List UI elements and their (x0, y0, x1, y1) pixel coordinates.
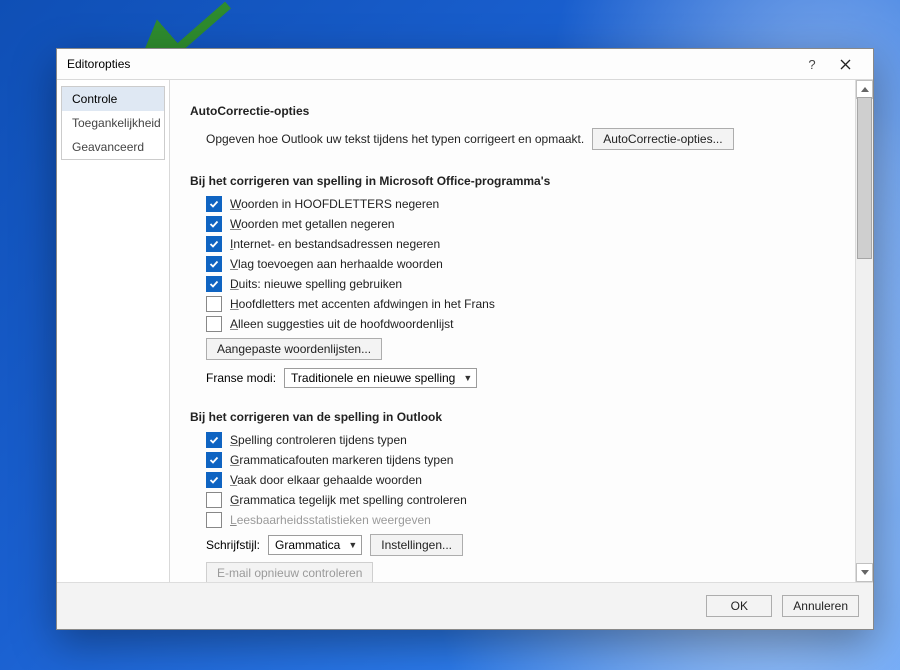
writing-style-label: Schrijfstijl: (206, 538, 260, 552)
chevron-down-icon: ▼ (348, 540, 357, 550)
writing-style-select[interactable]: Grammatica ▼ (268, 535, 362, 555)
checkbox-row[interactable]: Vaak door elkaar gehaalde woorden (206, 472, 847, 488)
dialog-body: Controle Toegankelijkheid Geavanceerd Au… (57, 80, 873, 582)
checkbox-label: Woorden in HOOFDLETTERS negeren (230, 197, 439, 211)
sidebar: Controle Toegankelijkheid Geavanceerd (57, 80, 170, 582)
sidebar-item-controle[interactable]: Controle (62, 87, 164, 111)
french-modes-row: Franse modi: Traditionele en nieuwe spel… (206, 368, 847, 388)
checkbox[interactable] (206, 196, 222, 212)
editor-options-dialog: Editoropties ? Controle Toegankelijkheid… (56, 48, 874, 630)
check-icon (209, 435, 219, 445)
select-value: Traditionele en nieuwe spelling (291, 371, 455, 385)
desktop-background: Editoropties ? Controle Toegankelijkheid… (0, 0, 900, 670)
check-icon (209, 219, 219, 229)
cancel-button[interactable]: Annuleren (782, 595, 859, 617)
checkbox-label: Leesbaarheidsstatistieken weergeven (230, 513, 431, 527)
checkbox-label: Woorden met getallen negeren (230, 217, 395, 231)
sidebar-item-geavanceerd[interactable]: Geavanceerd (62, 135, 164, 159)
checkbox-label: Grammaticafouten markeren tijdens typen (230, 453, 453, 467)
select-value: Grammatica (275, 538, 340, 552)
check-icon (209, 199, 219, 209)
checkbox-label: Hoofdletters met accenten afdwingen in h… (230, 297, 495, 311)
checkbox-row[interactable]: Vlag toevoegen aan herhaalde woorden (206, 256, 847, 272)
checkbox-row: Leesbaarheidsstatistieken weergeven (206, 512, 847, 528)
close-button[interactable] (823, 50, 867, 78)
check-icon (209, 259, 219, 269)
recheck-email-button: E-mail opnieuw controleren (206, 562, 373, 582)
sidebar-item-label: Toegankelijkheid (72, 116, 161, 130)
custom-dictionaries-button[interactable]: Aangepaste woordenlijsten... (206, 338, 382, 360)
autocorrect-options-button[interactable]: AutoCorrectie-opties... (592, 128, 733, 150)
check-icon (209, 475, 219, 485)
chevron-up-icon (861, 87, 869, 92)
checkbox-label: Spelling controleren tijdens typen (230, 433, 407, 447)
checkbox-row[interactable]: Hoofdletters met accenten afdwingen in h… (206, 296, 847, 312)
autocorrect-row: Opgeven hoe Outlook uw tekst tijdens het… (206, 126, 847, 152)
checkbox[interactable] (206, 316, 222, 332)
check-icon (209, 279, 219, 289)
dialog-title: Editoropties (67, 57, 801, 71)
chevron-down-icon (861, 570, 869, 575)
checkbox[interactable] (206, 276, 222, 292)
section-office-title: Bij het corrigeren van spelling in Micro… (190, 174, 847, 188)
scrollbar-thumb[interactable] (857, 97, 872, 259)
scrollbar-track[interactable] (856, 97, 873, 565)
vertical-scrollbar[interactable] (855, 80, 873, 582)
checkbox-label: Grammatica tegelijk met spelling control… (230, 493, 467, 507)
checkbox-label: Alleen suggesties uit de hoofdwoordenlij… (230, 317, 454, 331)
sidebar-item-label: Controle (72, 92, 117, 106)
close-icon (840, 59, 851, 70)
scroll-down-button[interactable] (856, 563, 873, 582)
autocorrect-desc: Opgeven hoe Outlook uw tekst tijdens het… (206, 132, 584, 146)
checkbox[interactable] (206, 216, 222, 232)
checkbox[interactable] (206, 432, 222, 448)
button-label: OK (731, 599, 748, 613)
help-button[interactable]: ? (801, 57, 823, 72)
checkbox-label: Duits: nieuwe spelling gebruiken (230, 277, 402, 291)
checkbox[interactable] (206, 236, 222, 252)
sidebar-item-label: Geavanceerd (72, 140, 144, 154)
checkbox[interactable] (206, 256, 222, 272)
ok-button[interactable]: OK (706, 595, 772, 617)
checkbox-row[interactable]: Internet- en bestandsadressen negeren (206, 236, 847, 252)
button-label: Aangepaste woordenlijsten... (217, 342, 371, 356)
checkbox-label: Vaak door elkaar gehaalde woorden (230, 473, 422, 487)
checkbox-label: Vlag toevoegen aan herhaalde woorden (230, 257, 443, 271)
french-modes-label: Franse modi: (206, 371, 276, 385)
checkbox-row[interactable]: Grammatica tegelijk met spelling control… (206, 492, 847, 508)
checkbox-row[interactable]: Woorden met getallen negeren (206, 216, 847, 232)
french-modes-select[interactable]: Traditionele en nieuwe spelling ▼ (284, 368, 477, 388)
checkbox[interactable] (206, 492, 222, 508)
checkbox-row[interactable]: Grammaticafouten markeren tijdens typen (206, 452, 847, 468)
button-label: AutoCorrectie-opties... (603, 132, 722, 146)
checkbox (206, 512, 222, 528)
check-icon (209, 239, 219, 249)
checkbox-row[interactable]: Duits: nieuwe spelling gebruiken (206, 276, 847, 292)
button-label: E-mail opnieuw controleren (217, 566, 362, 580)
settings-button[interactable]: Instellingen... (370, 534, 463, 556)
dialog-footer: OK Annuleren (57, 582, 873, 629)
button-label: Instellingen... (381, 538, 452, 552)
checkbox[interactable] (206, 452, 222, 468)
checkbox-row[interactable]: Alleen suggesties uit de hoofdwoordenlij… (206, 316, 847, 332)
scroll-area: AutoCorrectie-opties Opgeven hoe Outlook… (178, 84, 855, 582)
main-pane: AutoCorrectie-opties Opgeven hoe Outlook… (170, 80, 873, 582)
checkbox-row[interactable]: Spelling controleren tijdens typen (206, 432, 847, 448)
checkbox[interactable] (206, 472, 222, 488)
checkbox[interactable] (206, 296, 222, 312)
checkbox-row[interactable]: Woorden in HOOFDLETTERS negeren (206, 196, 847, 212)
writing-style-row: Schrijfstijl: Grammatica ▼ Instellingen.… (206, 534, 847, 556)
button-label: Annuleren (793, 599, 848, 613)
check-icon (209, 455, 219, 465)
checkbox-label: Internet- en bestandsadressen negeren (230, 237, 440, 251)
sidebar-item-toegankelijkheid[interactable]: Toegankelijkheid (62, 111, 164, 135)
section-autocorrect-title: AutoCorrectie-opties (190, 104, 847, 118)
titlebar: Editoropties ? (57, 49, 873, 80)
chevron-down-icon: ▼ (463, 373, 472, 383)
section-outlook-title: Bij het corrigeren van de spelling in Ou… (190, 410, 847, 424)
